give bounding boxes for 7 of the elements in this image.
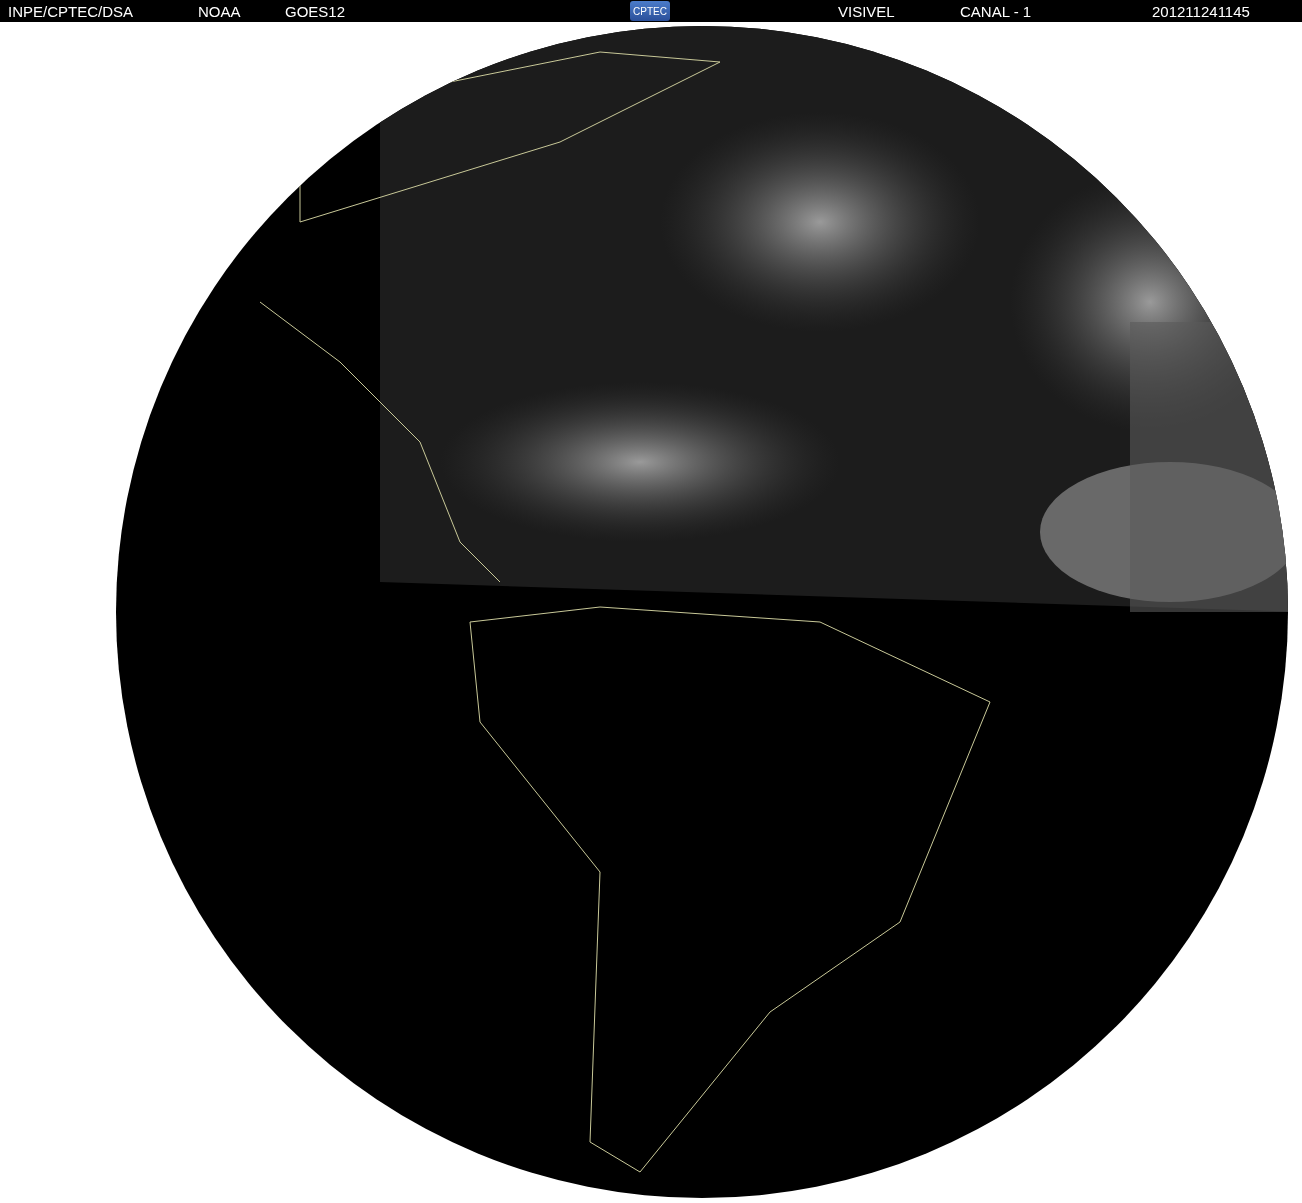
logo: CPTEC — [630, 1, 670, 21]
header-text: 201211241145 — [1152, 2, 1251, 20]
header-text: GOES12 — [285, 2, 347, 20]
header-text: VISIVEL — [838, 2, 896, 20]
header-text: INPE/CPTEC/DSA — [8, 2, 135, 20]
header-text: NOAA — [198, 2, 242, 20]
header-text: CANAL - 1 — [960, 2, 1033, 20]
